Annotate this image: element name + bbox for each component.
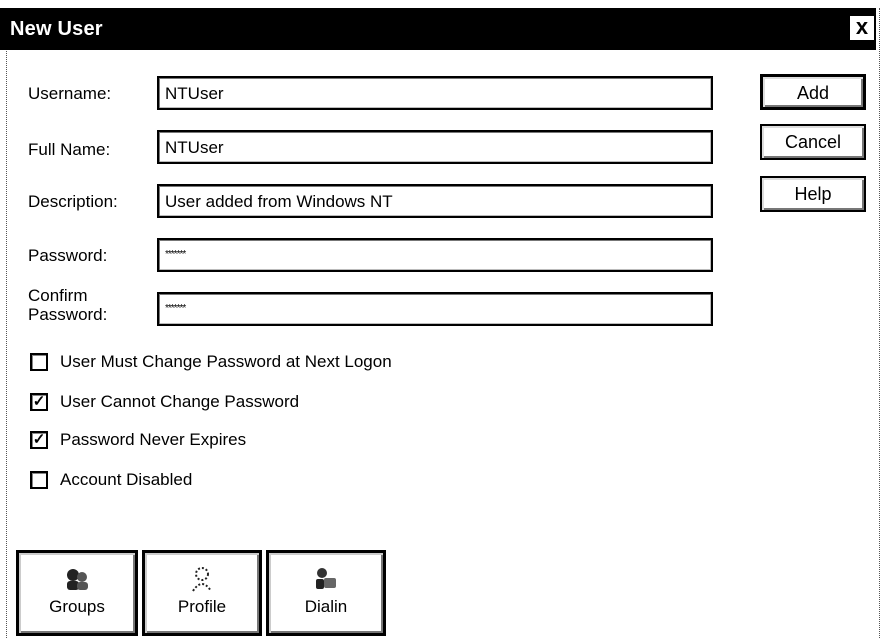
dialin-label: Dialin	[304, 597, 348, 616]
checkbox-box-checked[interactable]: ✓	[30, 393, 48, 411]
checkbox-account-disabled[interactable]: Account Disabled	[30, 468, 192, 492]
checkbox-box[interactable]	[30, 471, 48, 489]
password-field[interactable]: *******	[157, 238, 713, 272]
checkbox-box[interactable]	[30, 353, 48, 371]
profile-button[interactable]: Profile	[142, 550, 262, 636]
title-bar: New User x	[0, 8, 876, 50]
groups-icon	[67, 569, 88, 590]
checkbox-label: Password Never Expires	[60, 430, 247, 449]
close-icon: x	[855, 14, 869, 39]
groups-button[interactable]: Groups	[16, 550, 138, 636]
profile-label: Profile	[177, 597, 227, 616]
cancel-button[interactable]: Cancel	[760, 124, 866, 160]
add-button[interactable]: Add	[760, 74, 866, 110]
dialin-button[interactable]: Dialin	[266, 550, 386, 636]
dialin-icon	[316, 568, 336, 589]
checkbox-box-checked[interactable]: ✓	[30, 431, 48, 449]
password-label: Password:	[28, 246, 108, 265]
profile-icon	[192, 567, 212, 592]
checkbox-label: User Cannot Change Password	[60, 392, 300, 411]
confirm-password-label-line2: Password:	[28, 305, 108, 324]
username-field[interactable]: NTUser	[157, 76, 713, 110]
checkbox-label: User Must Change Password at Next Logon	[60, 352, 392, 371]
help-button[interactable]: Help	[760, 176, 866, 212]
checkbox-cannot-change-password[interactable]: ✓ User Cannot Change Password	[30, 390, 299, 414]
username-label: Username:	[28, 84, 112, 103]
checkbox-must-change-password[interactable]: User Must Change Password at Next Logon	[30, 350, 392, 374]
confirm-password-label: Confirm Password:	[28, 286, 107, 324]
full-name-label: Full Name:	[28, 140, 111, 159]
checkbox-password-never-expires[interactable]: ✓ Password Never Expires	[30, 428, 246, 452]
close-button[interactable]: x	[848, 14, 876, 42]
checkbox-label: Account Disabled	[60, 470, 193, 489]
groups-label: Groups	[49, 597, 105, 616]
description-field[interactable]: User added from Windows NT	[157, 184, 713, 218]
description-label: Description:	[28, 192, 118, 211]
window-title: New User	[10, 18, 103, 40]
confirm-password-label-line1: Confirm	[28, 286, 88, 305]
confirm-password-field[interactable]: *******	[157, 292, 713, 326]
full-name-field[interactable]: NTUser	[157, 130, 713, 164]
